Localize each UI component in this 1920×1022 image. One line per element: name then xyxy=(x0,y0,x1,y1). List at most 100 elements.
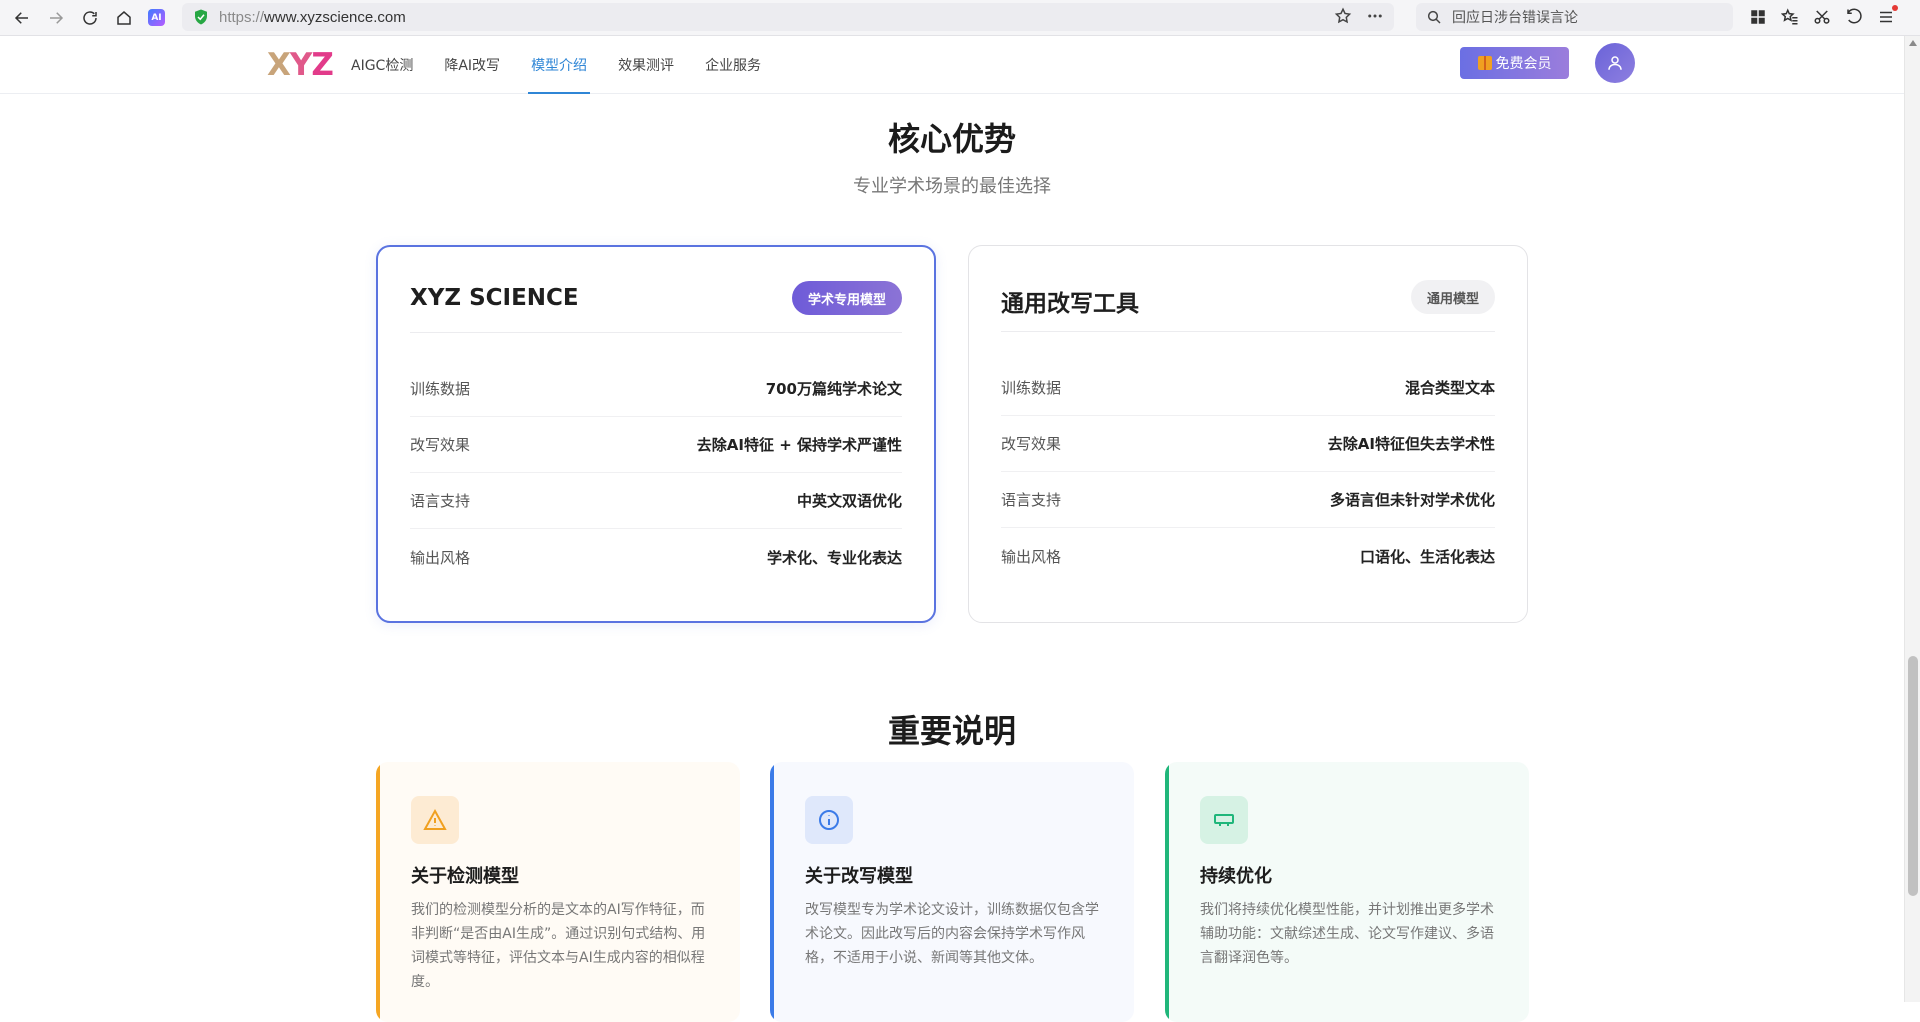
favorites-button[interactable] xyxy=(1780,6,1800,28)
spec-value: 混合类型文本 xyxy=(1404,379,1495,397)
nav-item-enterprise[interactable]: 企业服务 xyxy=(705,36,761,94)
note-title: 关于检测模型 xyxy=(411,866,519,887)
card-header: XYZ SCIENCE 学术专用模型 xyxy=(410,281,902,333)
academic-model-badge: 学术专用模型 xyxy=(791,281,902,315)
gift-icon xyxy=(1477,56,1492,70)
note-text: 我们的检测模型分析的是文本的AI写作特征，而非判断“是否由AI生成”。通过识别句… xyxy=(411,902,706,990)
comparison-card-generic: 通用改写工具 通用模型 训练数据 混合类型文本 改写效果 去除AI特征但失去学术性 … xyxy=(968,245,1528,623)
home-icon xyxy=(117,10,131,25)
note-text: 我们将持续优化模型性能，并计划推出更多学术辅助功能：文献综述生成、论文写作建议、… xyxy=(1200,902,1494,966)
nav-item-model-intro[interactable]: 模型介绍 xyxy=(528,36,591,94)
spec-row: 语言支持 中英文双语优化 xyxy=(410,473,902,529)
card-title: 通用改写工具 xyxy=(1001,291,1139,317)
spec-row: 输出风格 学术化、专业化表达 xyxy=(410,529,902,585)
browser-toolbar: AI https://www.xyzscience.com 回应日涉台错误言论 xyxy=(0,0,1920,36)
note-card-optimization: 持续优化 我们将持续优化模型性能，并计划推出更多学术辅助功能：文献综述生成、论文… xyxy=(1165,762,1529,1022)
card-header: 通用改写工具 通用模型 xyxy=(1001,280,1495,332)
spec-row: 输出风格 口语化、生活化表达 xyxy=(1001,528,1495,584)
notes-title: 重要说明 xyxy=(887,712,1016,750)
accent-bar xyxy=(770,762,774,1022)
user-icon xyxy=(1608,56,1622,70)
spec-key: 输出风格 xyxy=(410,548,471,567)
search-placeholder: 回应日涉台错误言论 xyxy=(1452,10,1578,26)
spec-value: 去除AI特征但失去学术性 xyxy=(1327,435,1495,453)
spec-key: 改写效果 xyxy=(1001,435,1062,453)
grid-icon xyxy=(1751,10,1765,24)
spec-key: 训练数据 xyxy=(410,380,471,398)
note-icon-box xyxy=(805,796,853,844)
note-text: 改写模型专为学术论文设计，训练数据仅包含学术论文。因此改写后的内容会保持学术写作… xyxy=(805,902,1099,966)
arrow-right-icon xyxy=(50,11,64,24)
undo-button[interactable] xyxy=(1844,6,1864,28)
menu-button[interactable] xyxy=(1876,5,1898,28)
free-member-button[interactable]: 免费会员 xyxy=(1460,47,1569,79)
note-card-rewrite: 关于改写模型 改写模型专为学术论文设计，训练数据仅包含学术论文。因此改写后的内容… xyxy=(770,762,1134,1022)
advantages-title: 核心优势 xyxy=(887,120,1016,158)
comparison-card-xyz: XYZ SCIENCE 学术专用模型 训练数据 700万篇纯学术论文 改写效果 去除… xyxy=(376,245,936,623)
apps-button[interactable] xyxy=(1748,6,1768,28)
spec-value: 中英文双语优化 xyxy=(796,492,902,510)
note-card-detection: 关于检测模型 我们的检测模型分析的是文本的AI写作特征，而非判断“是否由AI生成… xyxy=(376,762,740,1022)
spec-key: 改写效果 xyxy=(410,436,471,454)
home-button[interactable] xyxy=(108,3,140,33)
spec-list: 训练数据 混合类型文本 改写效果 去除AI特征但失去学术性 语言支持 多语言但未针对学… xyxy=(1001,360,1495,584)
nav-item-evaluation[interactable]: 效果测评 xyxy=(618,36,674,94)
spec-value: 去除AI特征 + 保持学术严谨性 xyxy=(696,436,902,454)
spec-value: 多语言但未针对学术优化 xyxy=(1329,491,1495,509)
nav-item-aigc-detect[interactable]: AIGC检测 xyxy=(351,36,413,94)
star-icon[interactable] xyxy=(1334,7,1352,25)
keyboard-icon xyxy=(1214,814,1234,826)
arrow-left-icon xyxy=(14,11,28,24)
site-logo[interactable]: XYZ xyxy=(267,47,334,83)
url-protocol: https:// xyxy=(219,8,265,26)
site-header: XYZ AIGC检测 降AI改写 模型介绍 效果测评 企业服务 免费会员 xyxy=(0,36,1904,94)
spec-value: 学术化、专业化表达 xyxy=(766,548,902,567)
browser-search-box[interactable]: 回应日涉台错误言论 xyxy=(1416,3,1733,31)
main-nav: AIGC检测 降AI改写 模型介绍 效果测评 企业服务 xyxy=(351,36,792,94)
note-icon-box xyxy=(1200,796,1248,844)
spec-value: 口语化、生活化表达 xyxy=(1359,547,1495,566)
logo-letter-y: Y xyxy=(289,47,312,83)
reload-icon xyxy=(83,10,97,25)
spec-key: 语言支持 xyxy=(410,492,471,510)
more-icon[interactable] xyxy=(1366,7,1384,25)
spec-row: 改写效果 去除AI特征但失去学术性 xyxy=(1001,416,1495,472)
notification-dot xyxy=(1892,5,1898,11)
url-text: https://www.xyzscience.com xyxy=(219,9,406,26)
free-member-label: 免费会员 xyxy=(1495,56,1552,72)
accent-bar xyxy=(1165,762,1169,1022)
spec-key: 语言支持 xyxy=(1001,491,1062,509)
search-icon xyxy=(1427,10,1441,24)
reload-button[interactable] xyxy=(74,3,106,33)
spec-row: 训练数据 700万篇纯学术论文 xyxy=(410,361,902,417)
hamburger-icon xyxy=(1880,11,1892,23)
spec-value: 700万篇纯学术论文 xyxy=(765,380,902,398)
accent-bar xyxy=(376,762,380,1022)
note-icon-box xyxy=(411,796,459,844)
nav-item-reduce-ai[interactable]: 降AI改写 xyxy=(444,36,500,94)
spec-list: 训练数据 700万篇纯学术论文 改写效果 去除AI特征 + 保持学术严谨性 语言支持… xyxy=(410,361,902,585)
scroll-thumb[interactable] xyxy=(1908,656,1918,896)
url-host: www.xyzscience.com xyxy=(264,8,406,26)
ai-extension-icon[interactable]: AI xyxy=(148,9,165,26)
logo-letter-z: Z xyxy=(311,47,334,83)
note-title: 关于改写模型 xyxy=(805,866,913,887)
generic-model-badge: 通用模型 xyxy=(1410,280,1495,314)
advantages-subtitle: 专业学术场景的最佳选择 xyxy=(853,176,1051,197)
screenshot-button[interactable] xyxy=(1812,6,1832,28)
user-avatar[interactable] xyxy=(1595,43,1635,83)
card-title: XYZ SCIENCE xyxy=(410,285,579,311)
address-bar[interactable]: https://www.xyzscience.com xyxy=(182,3,1394,31)
spec-row: 改写效果 去除AI特征 + 保持学术严谨性 xyxy=(410,417,902,473)
logo-letter-x: X xyxy=(267,47,291,83)
spec-row: 语言支持 多语言但未针对学术优化 xyxy=(1001,472,1495,528)
back-button[interactable] xyxy=(6,3,38,33)
forward-button[interactable] xyxy=(40,3,72,33)
spec-key: 训练数据 xyxy=(1001,379,1062,397)
note-title: 持续优化 xyxy=(1200,866,1272,887)
warning-icon xyxy=(423,808,447,830)
info-icon xyxy=(819,810,839,830)
page-scrollbar[interactable] xyxy=(1904,36,1920,1002)
scroll-up-arrow[interactable] xyxy=(1909,40,1917,46)
scissors-icon xyxy=(1814,10,1830,24)
